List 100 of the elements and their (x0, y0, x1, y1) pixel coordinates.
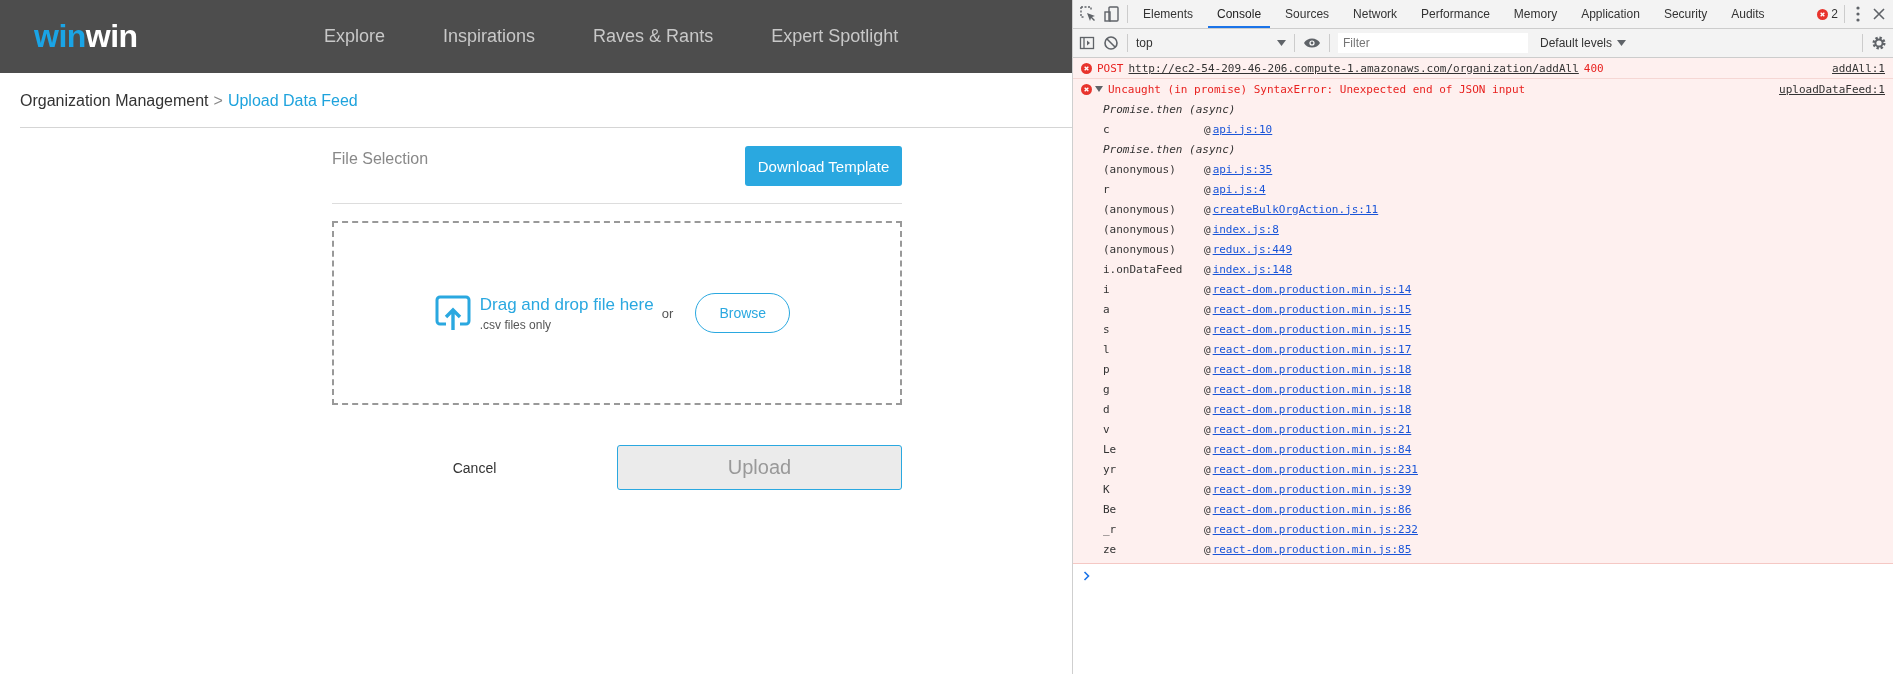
device-icon[interactable] (1103, 5, 1121, 23)
at-sign: @ (1204, 262, 1211, 276)
function-name: (anonymous) (1103, 202, 1177, 216)
stack-frame-link[interactable]: react-dom.production.min.js:84 (1212, 442, 1412, 456)
function-name: a (1103, 302, 1111, 316)
request-method: POST (1097, 61, 1124, 75)
devtools-tab[interactable]: Security (1654, 0, 1717, 28)
context-selector[interactable]: top (1136, 36, 1286, 50)
async-label: Promise.then (async) (1103, 142, 1236, 156)
function-name: l (1103, 342, 1111, 356)
at-sign: @ (1204, 322, 1211, 336)
function-name: Be (1103, 502, 1118, 516)
breadcrumb-link[interactable]: Organization Management (20, 92, 209, 110)
async-label: Promise.then (async) (1103, 102, 1236, 116)
function-name: p (1103, 362, 1111, 376)
function-name: d (1103, 402, 1111, 416)
function-name: Le (1103, 442, 1118, 456)
at-sign: @ (1204, 202, 1211, 216)
devtools-tab[interactable]: Network (1344, 0, 1407, 28)
at-sign: @ (1204, 302, 1211, 316)
stack-frame-link[interactable]: react-dom.production.min.js:86 (1212, 502, 1412, 516)
at-sign: @ (1204, 222, 1211, 236)
breadcrumb-separator: > (213, 92, 223, 110)
settings-icon[interactable] (1871, 35, 1887, 51)
stack-frame-link[interactable]: react-dom.production.min.js:15 (1212, 322, 1412, 336)
at-sign: @ (1204, 162, 1211, 176)
filter-field[interactable]: Filter (1338, 33, 1528, 53)
stack-frame-link[interactable]: react-dom.production.min.js:39 (1212, 482, 1412, 496)
nav-link[interactable]: Explore (324, 26, 386, 47)
at-sign: @ (1204, 542, 1211, 556)
source-link[interactable]: addAll:1 (1832, 61, 1885, 75)
stack-frame-link[interactable]: createBulkOrgAction.js:11 (1212, 202, 1379, 216)
stack-frame-link[interactable]: react-dom.production.min.js:85 (1212, 542, 1412, 556)
expand-triangle-icon[interactable] (1095, 85, 1103, 93)
stack-frame-link[interactable]: react-dom.production.min.js:232 (1212, 522, 1418, 536)
at-sign: @ (1204, 422, 1211, 436)
caret-icon (1277, 40, 1286, 46)
devtools-tab[interactable]: Sources (1276, 0, 1339, 28)
status-code: 400 (1583, 61, 1604, 75)
stack-frame-link[interactable]: react-dom.production.min.js:231 (1212, 462, 1418, 476)
error-message: Uncaught (in promise) SyntaxError: Unexpected end of JSON input (1108, 82, 1526, 96)
devtools-tab[interactable]: Memory (1504, 0, 1567, 28)
cancel-button[interactable]: Cancel (332, 459, 617, 476)
stack-frame-link[interactable]: redux.js:449 (1212, 242, 1293, 256)
at-sign: @ (1204, 442, 1211, 456)
stack-frame-link[interactable]: index.js:8 (1212, 222, 1279, 236)
at-sign: @ (1204, 282, 1211, 296)
nav-link[interactable]: Inspirations (443, 26, 536, 47)
source-link[interactable]: uploadDataFeed:1 (1779, 82, 1885, 96)
clear-console-icon[interactable] (1103, 35, 1119, 51)
at-sign: @ (1204, 482, 1211, 496)
devtools-tab[interactable]: Elements (1134, 0, 1203, 28)
dropzone[interactable]: Drag and drop file here .csv files only or Browse (332, 221, 902, 405)
stack-frame-link[interactable]: react-dom.production.min.js:18 (1212, 362, 1412, 376)
section-title: File Selection (332, 149, 429, 168)
function-name: (anonymous) (1103, 242, 1177, 256)
function-name: yr (1103, 462, 1118, 476)
function-name: g (1103, 382, 1111, 396)
prompt-chevron-icon[interactable] (1083, 571, 1091, 581)
function-name: _r (1103, 522, 1118, 536)
stack-frame-link[interactable]: api.js:10 (1212, 122, 1273, 136)
devtools-tab[interactable]: Audits (1722, 0, 1774, 28)
stack-frame-link[interactable]: react-dom.production.min.js:21 (1212, 422, 1412, 436)
at-sign: @ (1204, 382, 1211, 396)
at-sign: @ (1204, 122, 1211, 136)
stack-frame-link[interactable]: react-dom.production.min.js:18 (1212, 402, 1412, 416)
nav-link[interactable]: Expert Spotlight (771, 26, 899, 47)
at-sign: @ (1204, 242, 1211, 256)
stack-frame-link[interactable]: react-dom.production.min.js:15 (1212, 302, 1412, 316)
at-sign: @ (1204, 402, 1211, 416)
upload-icon (433, 294, 472, 332)
at-sign: @ (1204, 502, 1211, 516)
function-name: (anonymous) (1103, 162, 1177, 176)
logo[interactable]: winwin (34, 18, 324, 55)
sidebar-toggle-icon[interactable] (1079, 35, 1095, 51)
levels-dropdown[interactable]: Default levels (1540, 36, 1627, 50)
devtools-tab[interactable]: Application (1572, 0, 1649, 28)
error-icon (1817, 8, 1829, 20)
stack-frame-link[interactable]: index.js:148 (1212, 262, 1293, 276)
dropzone-hint: .csv files only (479, 317, 553, 332)
at-sign: @ (1204, 182, 1211, 196)
inspect-icon[interactable] (1079, 5, 1097, 23)
stack-frame-link[interactable]: react-dom.production.min.js:17 (1212, 342, 1412, 356)
at-sign: @ (1204, 522, 1211, 536)
stack-frame-link[interactable]: api.js:35 (1212, 162, 1273, 176)
error-count-badge[interactable]: 2 (1817, 7, 1838, 21)
error-icon (1081, 83, 1092, 95)
caret-icon (1617, 40, 1627, 46)
devtools-tab[interactable]: Performance (1412, 0, 1499, 28)
eye-icon[interactable] (1303, 36, 1321, 50)
at-sign: @ (1204, 342, 1211, 356)
request-url-link[interactable]: http://ec2-54-209-46-206.compute-1.amazonaws.com/organization/addAll (1128, 61, 1579, 75)
nav-link[interactable]: Raves & Rants (593, 26, 714, 47)
stack-frame-link[interactable]: react-dom.production.min.js:18 (1212, 382, 1412, 396)
stack-frame-link[interactable]: api.js:4 (1212, 182, 1266, 196)
stack-frame-link[interactable]: react-dom.production.min.js:14 (1212, 282, 1412, 296)
function-name: s (1103, 322, 1111, 336)
function-name: i (1103, 282, 1111, 296)
or-label: or (661, 305, 674, 321)
close-icon[interactable] (1871, 6, 1887, 22)
